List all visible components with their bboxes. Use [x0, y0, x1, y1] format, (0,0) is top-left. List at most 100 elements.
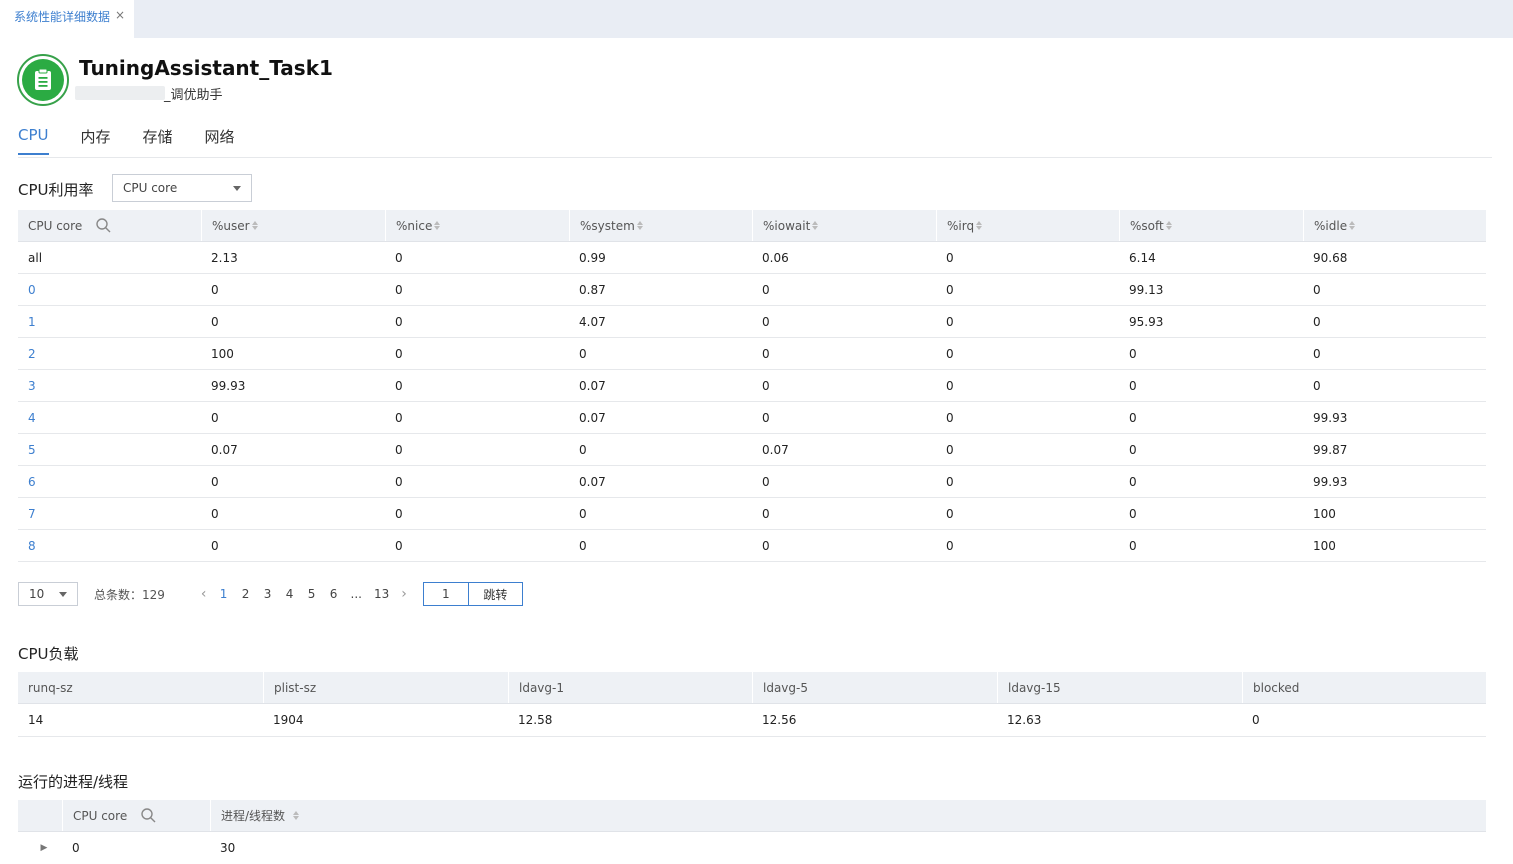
tab-memory[interactable]: 内存: [81, 126, 111, 155]
task-logo: [17, 54, 69, 106]
table-cell: 100: [1313, 506, 1336, 521]
chevron-left-icon[interactable]: ‹: [201, 586, 207, 602]
column-header[interactable]: %soft: [1119, 210, 1303, 241]
page-number[interactable]: 4: [285, 587, 295, 601]
sort-icon[interactable]: [976, 221, 983, 230]
table-cell: 12.58: [518, 713, 553, 727]
tab-storage[interactable]: 存储: [143, 126, 173, 155]
chevron-right-icon[interactable]: ›: [401, 586, 407, 602]
column-header[interactable]: %irq: [936, 210, 1119, 241]
expand-arrow-icon[interactable]: ▶: [41, 843, 48, 853]
tabs-divider: [18, 157, 1492, 158]
cpu-core-link[interactable]: 8: [18, 530, 201, 561]
table-row: 8 0 0 0 0 0 0 100: [18, 530, 1486, 562]
table-cell: 0: [762, 314, 770, 329]
table-cell: 0: [946, 538, 954, 553]
jump-page-input[interactable]: 1: [422, 582, 469, 606]
table-cell: 0: [211, 314, 219, 329]
sort-icon[interactable]: [1165, 221, 1172, 230]
table-row: 14 1904 12.58 12.56 12.63 0: [18, 704, 1486, 737]
processes-table: CPU core 进程/线程数 ▶ 0 30: [18, 800, 1486, 864]
table-cell: 0: [946, 442, 954, 457]
table-cell: 0: [1129, 538, 1137, 553]
cpu-core-link[interactable]: 7: [18, 498, 201, 529]
table-cell: 0: [1129, 474, 1137, 489]
column-header-label: CPU core: [73, 808, 128, 823]
search-icon[interactable]: [96, 218, 111, 233]
column-header-label: %iowait: [763, 218, 811, 233]
table-row: 7 0 0 0 0 0 0 100: [18, 498, 1486, 530]
sort-icon[interactable]: [1349, 221, 1356, 230]
table-cell: 0: [946, 410, 954, 425]
table-cell: 99.87: [1313, 442, 1348, 457]
cpu-core-link[interactable]: 6: [18, 466, 201, 497]
table-row: 6 0 0 0.07 0 0 0 99.93: [18, 466, 1486, 498]
table-row: 0 0 0 0.87 0 0 99.13 0: [18, 274, 1486, 306]
column-header[interactable]: 进程/线程数: [210, 800, 1486, 831]
page-number[interactable]: 3: [263, 587, 273, 601]
cpu-core-select[interactable]: CPU core: [112, 174, 252, 202]
cpu-core-link[interactable]: 4: [18, 402, 201, 433]
table-cell: 0: [395, 314, 403, 329]
search-icon[interactable]: [141, 808, 156, 823]
expand-column-header: [18, 800, 62, 831]
table-cell: 0: [762, 538, 770, 553]
close-icon[interactable]: ×: [115, 8, 125, 22]
sort-icon[interactable]: [251, 221, 258, 230]
cpu-core-link[interactable]: 2: [18, 338, 201, 369]
cpu-core-link[interactable]: 3: [18, 370, 201, 401]
table-cell: all: [28, 250, 43, 265]
table-cell: 0: [762, 506, 770, 521]
table-row: 1 0 0 4.07 0 0 95.93 0: [18, 306, 1486, 338]
column-header[interactable]: %iowait: [752, 210, 936, 241]
page-list: ‹ 1 2 3 4 5 6... 13 ›: [195, 586, 413, 602]
cpu-usage-table: CPU core %user %nice %system %iowait %irq %sof…: [18, 210, 1486, 562]
cpu-core-link[interactable]: 0: [18, 274, 201, 305]
cpu-core-link[interactable]: 5: [18, 434, 201, 465]
page-number[interactable]: 1: [219, 587, 229, 601]
table-cell: 0: [946, 314, 954, 329]
table-cell: 30: [220, 841, 236, 855]
tab-performance-details[interactable]: 系统性能详细数据 ×: [0, 0, 134, 38]
expand-cell: ▶: [18, 832, 62, 864]
page-number[interactable]: 6: [329, 587, 339, 601]
column-header[interactable]: %nice: [385, 210, 569, 241]
column-header: CPU core: [18, 210, 201, 241]
column-header-label: 进程/线程数: [221, 809, 286, 823]
table-cell: 0: [72, 841, 80, 855]
table-cell: 0: [1313, 314, 1321, 329]
table-cell: 0: [395, 378, 403, 393]
table-cell: 0: [579, 346, 587, 361]
column-header[interactable]: %system: [569, 210, 752, 241]
select-value: CPU core: [123, 181, 178, 195]
sort-icon[interactable]: [812, 221, 819, 230]
table-cell: 0.99: [579, 250, 606, 265]
column-header[interactable]: %user: [201, 210, 385, 241]
sort-icon[interactable]: [293, 811, 300, 820]
table-cell: 6.14: [1129, 250, 1156, 265]
table-cell: 0: [395, 346, 403, 361]
table-cell: 0.07: [579, 378, 606, 393]
table-cell: 0: [579, 442, 587, 457]
page-number[interactable]: 2: [241, 587, 251, 601]
table-cell: 100: [211, 346, 234, 361]
table-cell: 0: [946, 378, 954, 393]
tab-cpu[interactable]: CPU: [18, 126, 49, 155]
cpu-core-link[interactable]: 1: [18, 306, 201, 337]
jump-button[interactable]: 跳转: [468, 582, 523, 606]
table-cell: 0: [395, 250, 403, 265]
table-cell: 0: [1129, 506, 1137, 521]
column-header[interactable]: %idle: [1303, 210, 1486, 241]
page-number[interactable]: 13: [374, 587, 389, 601]
page-size-select[interactable]: 10: [18, 582, 78, 606]
table-cell: 90.68: [1313, 250, 1348, 265]
column-header[interactable]: CPU core: [62, 800, 210, 831]
tab-network[interactable]: 网络: [205, 126, 235, 155]
table-cell: 0: [946, 474, 954, 489]
sort-icon[interactable]: [434, 221, 441, 230]
sort-icon[interactable]: [636, 221, 643, 230]
table-cell: 0: [1313, 346, 1321, 361]
page-number[interactable]: 5: [307, 587, 317, 601]
table-cell: 0: [211, 538, 219, 553]
redacted-text: [75, 86, 165, 100]
